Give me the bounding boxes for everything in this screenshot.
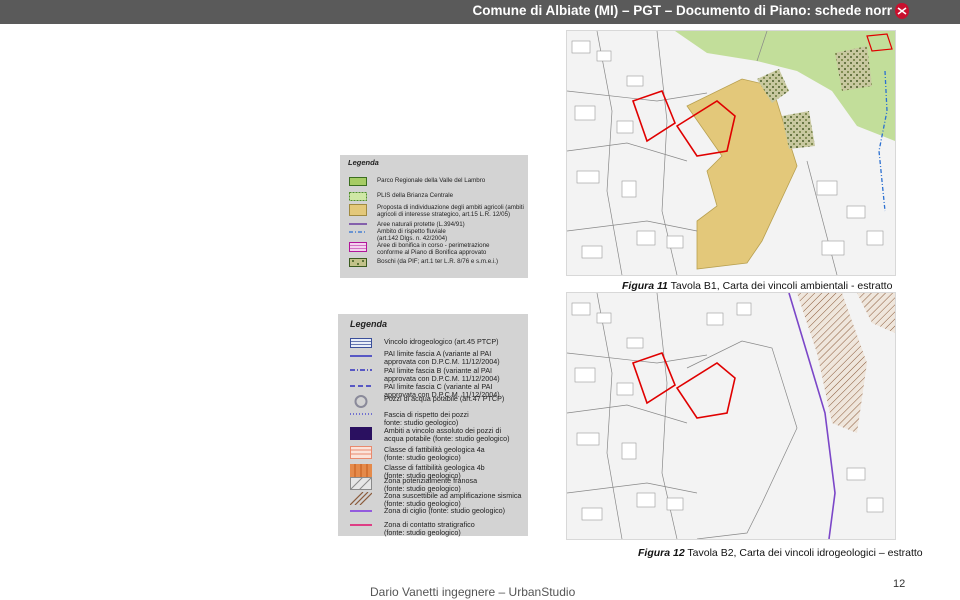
legend-label: Boschi (da PIF; art.1 ter L.R. 8/76 e s.… — [377, 258, 499, 265]
legend-item: PAI limite fascia A (variante al PAI app… — [350, 349, 500, 367]
legend-label: Aree di bonifica in corso - perimetrazio… — [377, 242, 490, 257]
legend-label: Proposta di individuazione degli ambiti … — [377, 204, 524, 219]
pgt-logo-icon — [895, 3, 909, 19]
legend-title: Legenda — [348, 158, 379, 167]
legend-label: PAI limite fascia A (variante al PAI app… — [384, 349, 500, 367]
magenta-box-icon — [349, 242, 367, 252]
legend-label: Ambito di rispetto fluviale (art.142 Dlg… — [377, 228, 448, 243]
figure-11-label: Figura 11 — [622, 280, 668, 292]
salmon-lines-icon — [350, 446, 372, 459]
figure-12-caption: Figura 12 Tavola B2, Carta dei vincoli i… — [638, 547, 923, 559]
purple-line-icon — [349, 223, 367, 225]
figure-12-text: Tavola B2, Carta dei vincoli idrogeologi… — [687, 547, 923, 559]
green-dashed-icon — [349, 192, 367, 201]
header-bar: Comune di Albiate (MI) – PGT – Documento… — [0, 0, 960, 24]
green-dotted-icon — [349, 258, 367, 267]
green-box-icon — [349, 177, 367, 186]
legend-item: Ambito di rispetto fluviale (art.142 Dlg… — [349, 228, 447, 242]
figure-11-caption: Figura 11 Tavola B1, Carta dei vincoli a… — [622, 280, 892, 292]
figure-12-label: Figura 12 — [638, 547, 685, 559]
legend-item: Vincolo idrogeologico (art.45 PTCP) — [350, 337, 499, 348]
legend-label: Pozzi di acqua potabile (art.47 PTCP) — [384, 394, 505, 403]
legend-item: Ambiti a vincolo assoluto dei pozzi di a… — [350, 426, 510, 444]
footer-author: Dario Vanetti ingegnere – UrbanStudio — [370, 585, 576, 599]
legend-label: Classe di fattibilità geologica 4a (font… — [384, 445, 485, 463]
figure-11-text: Tavola B1, Carta dei vincoli ambientali … — [670, 280, 893, 292]
orange-box-icon — [350, 464, 372, 477]
map-figure-11 — [566, 30, 896, 276]
legend-label: Ambiti a vincolo assoluto dei pozzi di a… — [384, 426, 510, 444]
legend-title: Legenda — [350, 319, 388, 329]
legend-item: Zona di ciglio (fonte: studio geologico) — [350, 506, 506, 515]
blue-dotted-icon — [350, 413, 372, 415]
legend-item: Classe di fattibilità geologica 4a (font… — [350, 445, 485, 463]
blue-dashed-icon — [350, 385, 372, 387]
navy-box-icon — [350, 427, 372, 440]
violet-line-icon — [350, 510, 372, 512]
legend-figure-12: Legenda Vincolo idrogeologico (art.45 PT… — [338, 314, 528, 538]
map-figure-12 — [566, 292, 896, 540]
page-number: 12 — [893, 578, 906, 590]
legend-label: Vincolo idrogeologico (art.45 PTCP) — [384, 337, 499, 346]
legend-label: Zona di contatto stratigrafico (fonte: s… — [384, 520, 475, 538]
legend-label: Zona di ciglio (fonte: studio geologico) — [384, 506, 506, 515]
legend-item: Parco Regionale della Valle del Lambro — [349, 177, 485, 186]
legend-item: Proposta di individuazione degli ambiti … — [349, 204, 524, 218]
blue-solid-line-icon — [350, 355, 372, 357]
legend-label: Parco Regionale della Valle del Lambro — [377, 177, 486, 184]
pink-line-icon — [350, 524, 372, 526]
legend-item: Pozzi di acqua potabile (art.47 PTCP) — [350, 394, 505, 408]
legend-item: Aree di bonifica in corso - perimetrazio… — [349, 242, 489, 256]
legend-figure-11: Legenda Parco Regionale della Valle del … — [340, 155, 528, 278]
gray-hatch-icon — [350, 477, 372, 490]
blue-dashdot-icon — [349, 231, 367, 233]
brown-hatch-icon — [350, 492, 372, 505]
well-circle-icon — [354, 395, 368, 408]
legend-item: Zona di contatto stratigrafico (fonte: s… — [350, 520, 475, 538]
blue-dashdot-icon — [350, 369, 372, 371]
legend-item: Boschi (da PIF; art.1 ter L.R. 8/76 e s.… — [349, 258, 498, 267]
blue-hatch-icon — [350, 338, 372, 348]
legend-item: PLIS della Brianza Centrale — [349, 192, 453, 201]
document-title: Comune di Albiate (MI) – PGT – Documento… — [472, 3, 892, 18]
yellow-box-icon — [349, 204, 367, 216]
legend-label: PLIS della Brianza Centrale — [377, 192, 454, 199]
